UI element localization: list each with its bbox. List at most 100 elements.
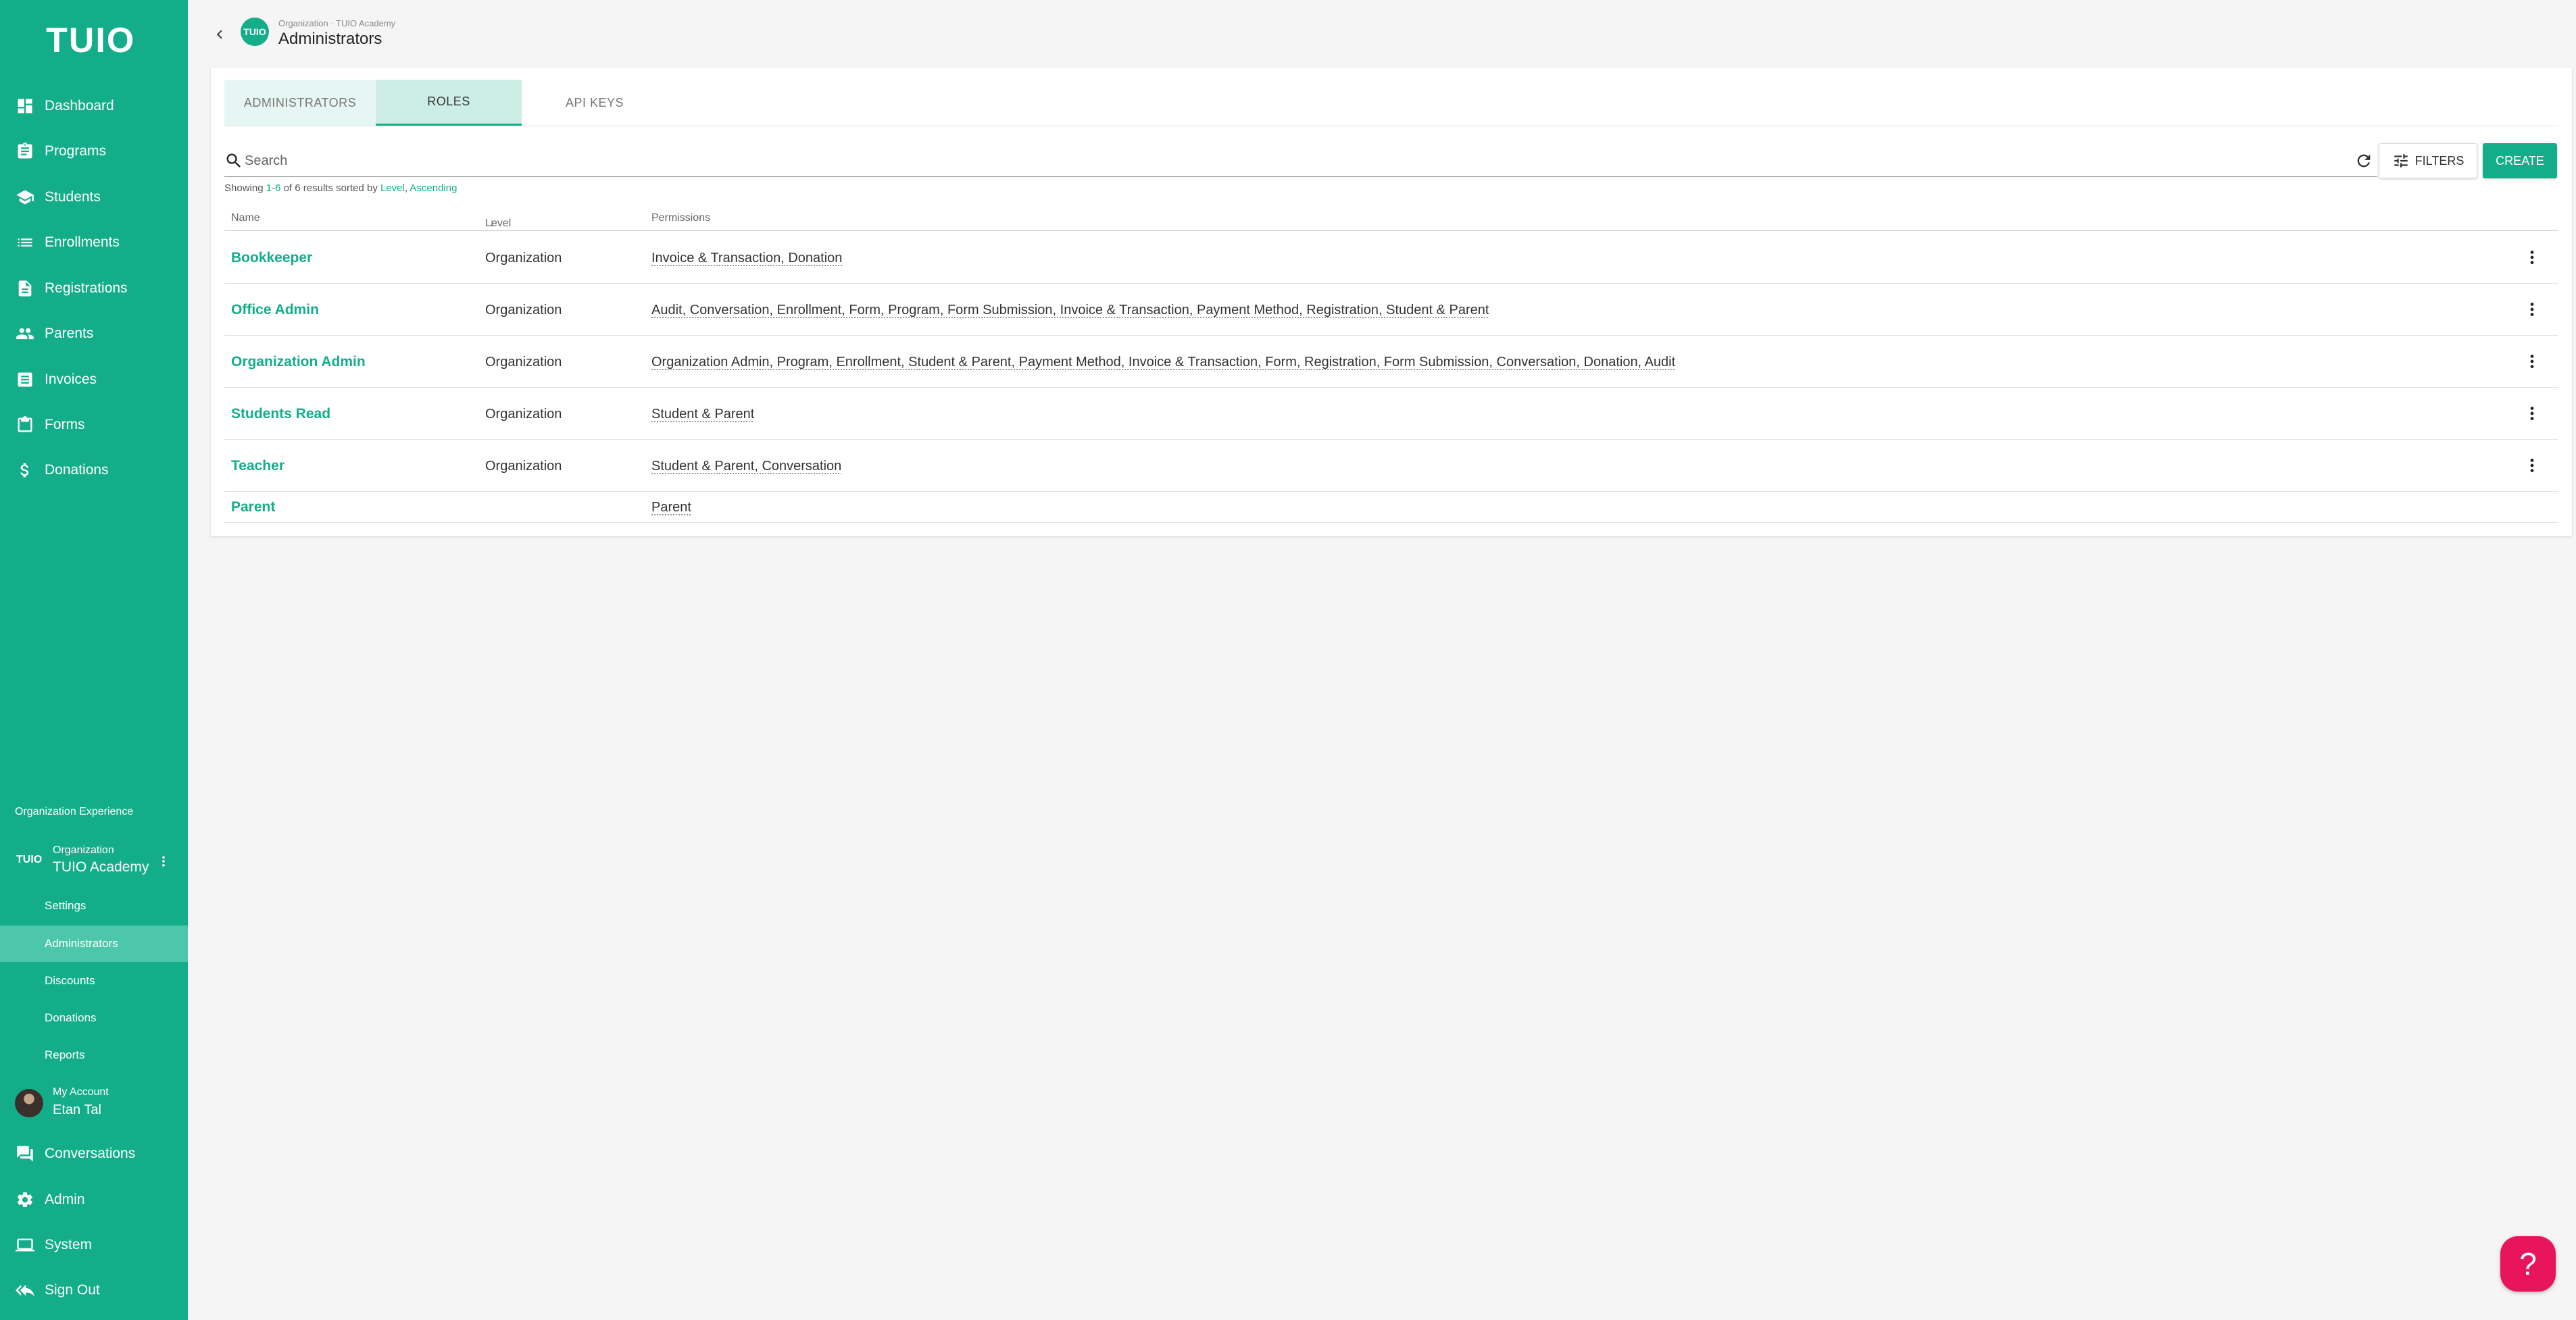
search-input[interactable] — [245, 149, 2326, 173]
role-permissions: Organization Admin, Program, Enrollment,… — [651, 355, 1676, 370]
column-permissions[interactable]: Permissions — [651, 212, 710, 224]
sidebar-sub-settings[interactable]: Settings — [0, 888, 188, 924]
role-name-link[interactable]: Students Read — [231, 406, 330, 422]
sidebar-item-admin[interactable]: Admin — [0, 1181, 188, 1219]
sign-out-icon — [15, 1280, 35, 1300]
dashboard-icon — [15, 96, 35, 116]
tab-roles[interactable]: ROLES — [376, 80, 522, 126]
role-permissions: Student & Parent — [651, 407, 755, 422]
role-permissions: Parent — [651, 500, 691, 515]
sidebar-item-registrations[interactable]: Registrations — [0, 270, 188, 307]
role-name-link[interactable]: Teacher — [231, 458, 284, 474]
sidebar: TUIO Dashboard Programs Students Enrollm… — [0, 0, 188, 1320]
org-avatar: TUIO — [241, 18, 269, 46]
sidebar-item-label: Parents — [45, 326, 94, 341]
column-name[interactable]: Name — [231, 212, 260, 224]
dollar-icon — [15, 460, 35, 480]
table-header: Name Level ↓ Permissions — [224, 207, 2558, 231]
sidebar-item-system[interactable]: System — [0, 1226, 188, 1264]
chat-icon — [15, 1144, 35, 1164]
role-level: Organization — [485, 303, 562, 318]
role-permissions: Student & Parent, Conversation — [651, 459, 842, 474]
tab-api-keys[interactable]: API KEYS — [522, 80, 668, 126]
role-name-link[interactable]: Bookkeeper — [231, 250, 312, 266]
sidebar-item-forms[interactable]: Forms — [0, 406, 188, 444]
role-name-link[interactable]: Organization Admin — [231, 354, 366, 370]
create-button[interactable]: CREATE — [2483, 143, 2557, 178]
sidebar-item-sign-out[interactable]: Sign Out — [0, 1271, 188, 1309]
sidebar-item-label: Registrations — [45, 280, 128, 296]
roles-card: ADMINISTRATORS ROLES API KEYS FILTERS CR… — [211, 68, 2572, 536]
table-row: Students Read Organization Student & Par… — [224, 388, 2558, 440]
account-label: My Account — [53, 1086, 109, 1098]
refresh-button[interactable] — [2353, 150, 2375, 172]
gear-icon — [15, 1190, 35, 1210]
filters-label: FILTERS — [2414, 153, 2464, 168]
sidebar-item-label: Donations — [45, 462, 109, 478]
sidebar-item-label: Enrollments — [45, 234, 120, 250]
results-summary: Showing 1-6 of 6 results sorted by Level… — [224, 182, 457, 194]
sidebar-item-conversations[interactable]: Conversations — [0, 1135, 188, 1173]
table-row: Parent Parent — [224, 492, 2558, 523]
breadcrumb: Organization · TUIO Academy — [278, 18, 396, 28]
table-row: Teacher Organization Student & Parent, C… — [224, 440, 2558, 492]
form-icon — [15, 415, 35, 435]
tuio-logo[interactable]: TUIO — [46, 20, 135, 61]
help-button[interactable]: ? — [2500, 1236, 2556, 1292]
sidebar-item-label: Students — [45, 189, 101, 205]
sidebar-item-students[interactable]: Students — [0, 178, 188, 216]
tune-icon — [2394, 154, 2408, 168]
org-switcher[interactable]: TUIO Organization TUIO Academy — [0, 838, 188, 885]
my-account[interactable]: My Account Etan Tal — [0, 1081, 188, 1124]
sidebar-item-enrollments[interactable]: Enrollments — [0, 224, 188, 261]
sort-field-link[interactable]: Level — [380, 182, 405, 194]
document-icon — [15, 278, 35, 299]
monitor-icon — [15, 1235, 35, 1255]
avatar — [15, 1089, 43, 1117]
sidebar-sub-discounts[interactable]: Discounts — [0, 963, 188, 999]
more-vert-icon[interactable] — [2522, 244, 2542, 271]
sidebar-sub-reports[interactable]: Reports — [0, 1037, 188, 1073]
chevron-left-icon — [216, 30, 222, 39]
table-row: Bookkeeper Organization Invoice & Transa… — [224, 232, 2558, 284]
role-level: Organization — [485, 407, 562, 422]
sidebar-item-label: Sign Out — [45, 1282, 100, 1298]
more-vert-icon[interactable] — [2522, 452, 2542, 479]
refresh-icon — [2357, 154, 2371, 168]
page-title: Administrators — [278, 30, 382, 48]
sidebar-item-dashboard[interactable]: Dashboard — [0, 87, 188, 125]
table-row: Organization Admin Organization Organiza… — [224, 336, 2558, 388]
role-level: Organization — [485, 459, 562, 474]
more-vert-icon[interactable] — [157, 850, 170, 873]
tab-administrators[interactable]: ADMINISTRATORS — [224, 80, 376, 126]
role-name-link[interactable]: Parent — [231, 499, 275, 515]
org-type: Organization — [53, 844, 114, 856]
sort-direction-link[interactable]: Ascending — [410, 182, 457, 194]
sort-arrow-icon: ↓ — [489, 218, 495, 229]
role-permissions: Invoice & Transaction, Donation — [651, 251, 843, 265]
more-vert-icon[interactable] — [2522, 296, 2542, 323]
filters-button[interactable]: FILTERS — [2379, 143, 2477, 178]
more-vert-icon[interactable] — [2522, 400, 2542, 427]
search-bar — [224, 145, 2377, 177]
tab-bar: ADMINISTRATORS ROLES API KEYS — [224, 80, 668, 126]
sidebar-item-programs[interactable]: Programs — [0, 132, 188, 170]
role-level: Organization — [485, 251, 562, 265]
org-name: TUIO Academy — [53, 859, 149, 875]
sidebar-sub-administrators[interactable]: Administrators — [0, 925, 188, 962]
school-icon — [15, 187, 35, 207]
role-name-link[interactable]: Office Admin — [231, 302, 319, 318]
sidebar-sub-donations[interactable]: Donations — [0, 1000, 188, 1036]
table-row: Office Admin Organization Audit, Convers… — [224, 284, 2558, 336]
sidebar-item-parents[interactable]: Parents — [0, 315, 188, 353]
role-level: Organization — [485, 355, 562, 370]
sidebar-item-label: Conversations — [45, 1146, 136, 1161]
sidebar-item-invoices[interactable]: Invoices — [0, 361, 188, 399]
sidebar-item-donations[interactable]: Donations — [0, 451, 188, 489]
sidebar-item-label: Admin — [45, 1192, 85, 1207]
more-vert-icon[interactable] — [2522, 348, 2542, 375]
sidebar-item-label: System — [45, 1237, 93, 1252]
sidebar-item-label: Programs — [45, 143, 107, 159]
back-button[interactable] — [211, 23, 228, 46]
search-icon — [224, 151, 243, 170]
